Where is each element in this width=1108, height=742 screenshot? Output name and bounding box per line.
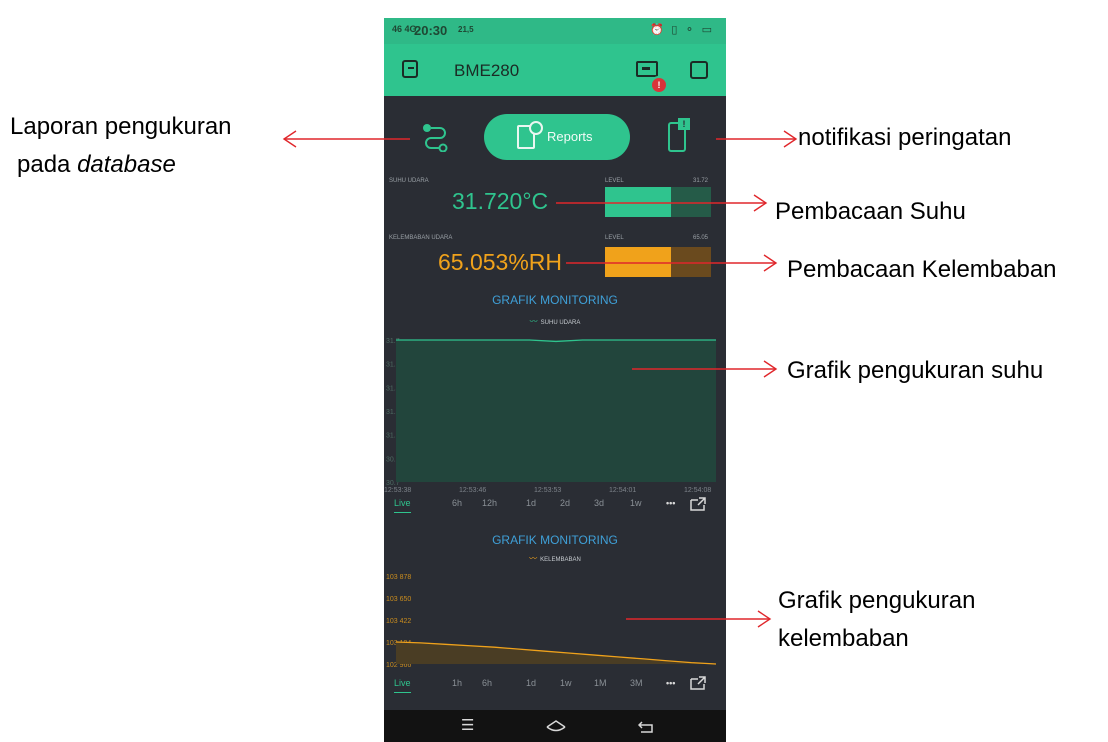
annotation-arrows xyxy=(282,130,798,628)
